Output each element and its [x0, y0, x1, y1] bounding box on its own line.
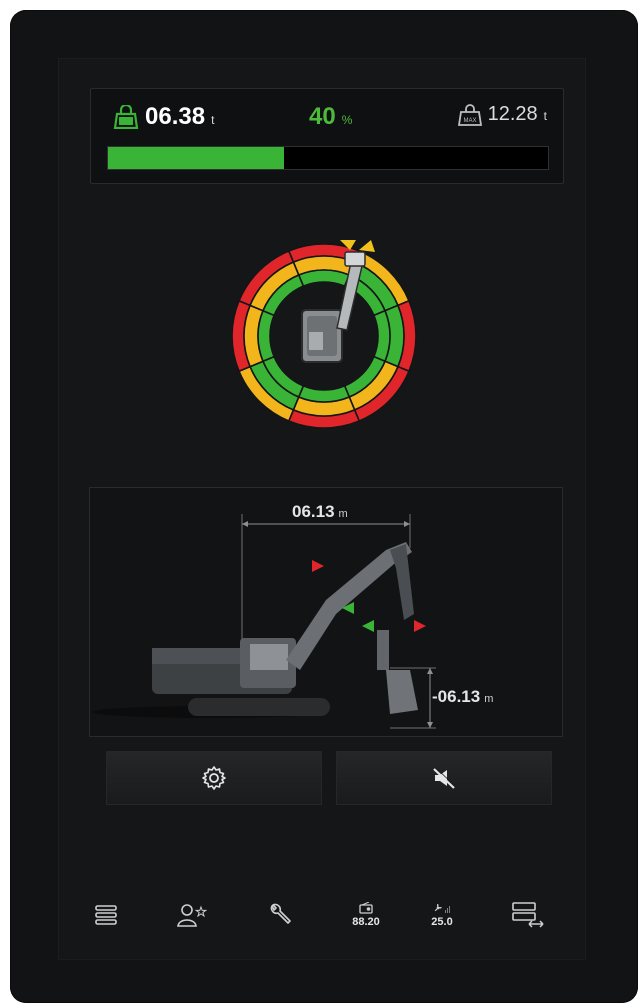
fan-button[interactable]: 25.0 [418, 890, 466, 940]
fan-speed: 25.0 [431, 916, 453, 928]
swing-limit-right-marker [359, 240, 375, 252]
current-load-unit: t [211, 113, 215, 127]
user-favorites-button[interactable] [168, 890, 216, 940]
max-load-unit: t [543, 109, 547, 123]
max-icon-text: MAX [463, 118, 476, 124]
load-bag-icon [113, 103, 139, 130]
load-progress-bar [107, 146, 549, 170]
gear-icon [202, 766, 226, 790]
load-progress-fill [108, 147, 284, 169]
excavator-side-view-icon [92, 542, 418, 718]
mute-alarm-icon [433, 767, 456, 789]
load-percent: 40 % [309, 103, 352, 131]
current-load: 06.38 t [113, 103, 214, 131]
current-load-value: 06.38 [145, 103, 206, 130]
depth-value: -06.13 [432, 687, 481, 706]
load-percent-unit: % [341, 113, 353, 127]
stability-ring [229, 232, 419, 432]
depth-dimension: -06.13 m [432, 687, 493, 707]
screen-switch-button[interactable] [504, 890, 552, 940]
load-percent-value: 40 [309, 103, 336, 130]
screen-switch-icon [512, 902, 544, 928]
depth-unit: m [484, 693, 494, 705]
max-load: MAX 12.28 t [457, 103, 547, 126]
max-load-icon: MAX [457, 103, 482, 126]
radio-button[interactable]: 88.20 [342, 890, 390, 940]
load-panel: 06.38 t 40 % MAX 12.28 t [90, 88, 564, 184]
radio-frequency: 88.20 [352, 916, 380, 928]
boom-up-marker [312, 560, 324, 572]
side-view-panel: 06.13 m -06.13 m [89, 487, 563, 737]
menu-icon [95, 905, 117, 925]
arm-out-marker [414, 620, 426, 632]
reach-value: 06.13 [292, 502, 335, 521]
menu-button[interactable] [82, 890, 130, 940]
reach-unit: m [338, 508, 348, 520]
bottom-nav-bar: 88.20 25.0 [80, 890, 570, 940]
wrench-icon [270, 903, 291, 924]
maintenance-button[interactable] [256, 890, 304, 940]
reach-dimension: 06.13 m [292, 502, 348, 522]
user-favorite-icon [177, 904, 207, 927]
arm-in-marker [362, 620, 374, 632]
max-load-value: 12.28 [487, 103, 538, 125]
settings-button[interactable] [106, 751, 322, 805]
mute-alarm-button[interactable] [336, 751, 552, 805]
radio-icon [359, 902, 373, 914]
fan-icon [434, 903, 450, 913]
